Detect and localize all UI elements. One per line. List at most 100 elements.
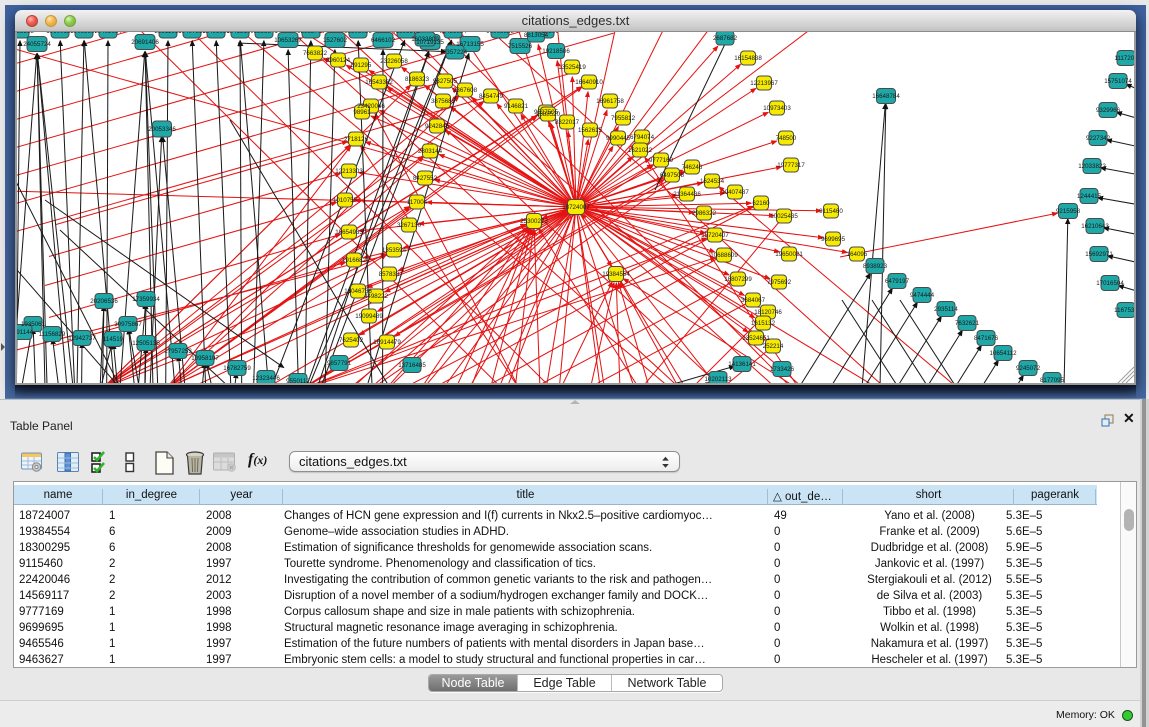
svg-text:18807299: 18807299 — [724, 276, 752, 283]
svg-text:8177095: 8177095 — [1040, 377, 1065, 383]
svg-text:114519: 114519 — [103, 336, 124, 343]
svg-text:9329966: 9329966 — [1096, 107, 1121, 114]
svg-text:10433218: 10433218 — [17, 32, 34, 35]
svg-text:79402654: 79402654 — [94, 32, 122, 35]
svg-text:1624534: 1624534 — [700, 178, 725, 185]
svg-text:24055724: 24055724 — [23, 41, 51, 48]
svg-text:20206536: 20206536 — [90, 298, 118, 305]
svg-text:12942737: 12942737 — [68, 335, 96, 342]
svg-text:3684067: 3684067 — [741, 297, 766, 304]
svg-text:17957253: 17957253 — [164, 348, 192, 355]
svg-text:96965328: 96965328 — [486, 32, 514, 35]
svg-text:9777169: 9777169 — [649, 157, 674, 164]
svg-text:18120746: 18120746 — [754, 309, 782, 316]
svg-text:10973403: 10973403 — [763, 105, 791, 112]
svg-text:12033822: 12033822 — [1078, 163, 1106, 170]
svg-text:13524651: 13524651 — [742, 335, 770, 342]
svg-text:13716485: 13716485 — [398, 362, 426, 369]
svg-text:8938923: 8938923 — [863, 263, 888, 270]
svg-text:12213967: 12213967 — [750, 80, 778, 87]
svg-text:7515526: 7515526 — [508, 43, 533, 50]
svg-text:8322017: 8322017 — [555, 119, 580, 126]
svg-text:30975867: 30975867 — [114, 321, 142, 328]
svg-text:8454749: 8454749 — [479, 93, 504, 100]
svg-text:391144: 391144 — [17, 329, 34, 336]
svg-text:9242845: 9242845 — [425, 123, 450, 130]
svg-text:25300273: 25300273 — [520, 218, 548, 225]
svg-text:9146821: 9146821 — [504, 103, 529, 110]
svg-text:9474444: 9474444 — [910, 292, 935, 299]
svg-text:1733426: 1733426 — [770, 366, 795, 373]
svg-text:10025435: 10025435 — [770, 213, 798, 220]
svg-text:2935114: 2935114 — [934, 306, 958, 313]
svg-text:1916682: 1916682 — [342, 257, 367, 264]
svg-text:83503056: 83503056 — [344, 32, 372, 35]
svg-text:10653267: 10653267 — [274, 37, 302, 44]
svg-text:19777317: 19777317 — [777, 162, 805, 169]
svg-text:16713155: 16713155 — [456, 41, 484, 48]
svg-text:4498222: 4498222 — [364, 293, 389, 300]
svg-text:117004: 117004 — [407, 199, 428, 206]
svg-text:10958107: 10958107 — [191, 355, 219, 362]
svg-text:16033809: 16033809 — [411, 36, 439, 43]
svg-text:10688609: 10688609 — [710, 252, 738, 259]
svg-text:2367608: 2367608 — [453, 87, 478, 94]
svg-text:1562615: 1562615 — [578, 127, 603, 134]
svg-text:15692971: 15692971 — [1085, 251, 1113, 258]
svg-text:9215958: 9215958 — [1056, 208, 1081, 215]
svg-text:15720407: 15720407 — [701, 232, 729, 239]
svg-text:1527602: 1527602 — [323, 37, 348, 44]
svg-text:252214: 252214 — [763, 343, 784, 350]
svg-text:16961758: 16961758 — [596, 98, 624, 105]
svg-text:19650021: 19650021 — [775, 251, 803, 258]
svg-text:62160: 62160 — [752, 200, 770, 207]
svg-text:1353594: 1353594 — [382, 247, 407, 254]
svg-text:15751074: 15751074 — [1104, 78, 1132, 85]
svg-text:14136141: 14136141 — [728, 361, 756, 368]
svg-text:9327505: 9327505 — [433, 78, 458, 85]
svg-text:8427552: 8427552 — [413, 175, 438, 182]
svg-text:746246: 746246 — [682, 164, 703, 171]
svg-text:6479197: 6479197 — [885, 278, 910, 285]
svg-text:1010755: 1010755 — [333, 197, 358, 204]
svg-text:1935061: 1935061 — [21, 321, 46, 328]
svg-text:10654112: 10654112 — [989, 350, 1017, 357]
svg-text:9227342: 9227342 — [1086, 135, 1111, 142]
svg-text:19218506: 19218506 — [542, 48, 570, 55]
svg-text:1621022: 1621022 — [628, 147, 653, 154]
svg-text:1117203: 1117203 — [1114, 55, 1134, 62]
svg-text:16782759: 16782759 — [223, 365, 251, 372]
svg-text:75255341: 75255341 — [250, 32, 278, 35]
svg-text:748500: 748500 — [776, 135, 797, 142]
svg-text:98961: 98961 — [353, 109, 371, 116]
svg-text:17359934: 17359934 — [132, 296, 160, 303]
svg-text:9990445: 9990445 — [606, 135, 631, 142]
svg-text:17016504: 17016504 — [1096, 280, 1124, 287]
svg-text:41395376: 41395376 — [392, 32, 420, 35]
svg-text:9550112: 9550112 — [286, 378, 310, 383]
svg-text:23226058: 23226058 — [380, 58, 408, 65]
svg-text:21364436: 21364436 — [673, 191, 701, 198]
svg-text:7975692: 7975692 — [767, 279, 792, 286]
svg-text:7663822: 7663822 — [303, 50, 328, 57]
svg-text:9245072: 9245072 — [1016, 365, 1041, 372]
svg-text:16543362: 16543362 — [365, 79, 393, 86]
svg-text:20053346: 20053346 — [148, 126, 176, 133]
svg-text:20691406: 20691406 — [131, 39, 159, 46]
svg-text:1615132: 1615132 — [751, 320, 776, 327]
svg-text:2986322: 2986322 — [692, 210, 717, 217]
svg-text:7625402: 7625402 — [339, 337, 364, 344]
svg-text:857833: 857833 — [379, 271, 400, 278]
svg-text:164095: 164095 — [847, 251, 868, 258]
svg-text:72423884: 72423884 — [439, 32, 467, 35]
svg-text:19654933: 19654933 — [335, 229, 363, 236]
svg-text:8960124: 8960124 — [326, 57, 351, 64]
svg-text:6497508: 6497508 — [660, 172, 685, 179]
svg-text:7357224: 7357224 — [443, 49, 468, 56]
svg-text:16914479: 16914479 — [373, 339, 401, 346]
svg-text:9115460: 9115460 — [819, 208, 843, 215]
svg-text:891295: 891295 — [351, 62, 372, 69]
svg-text:19099489: 19099489 — [355, 313, 383, 320]
svg-text:1167533: 1167533 — [1114, 307, 1134, 314]
svg-text:11156829: 11156829 — [39, 331, 66, 338]
